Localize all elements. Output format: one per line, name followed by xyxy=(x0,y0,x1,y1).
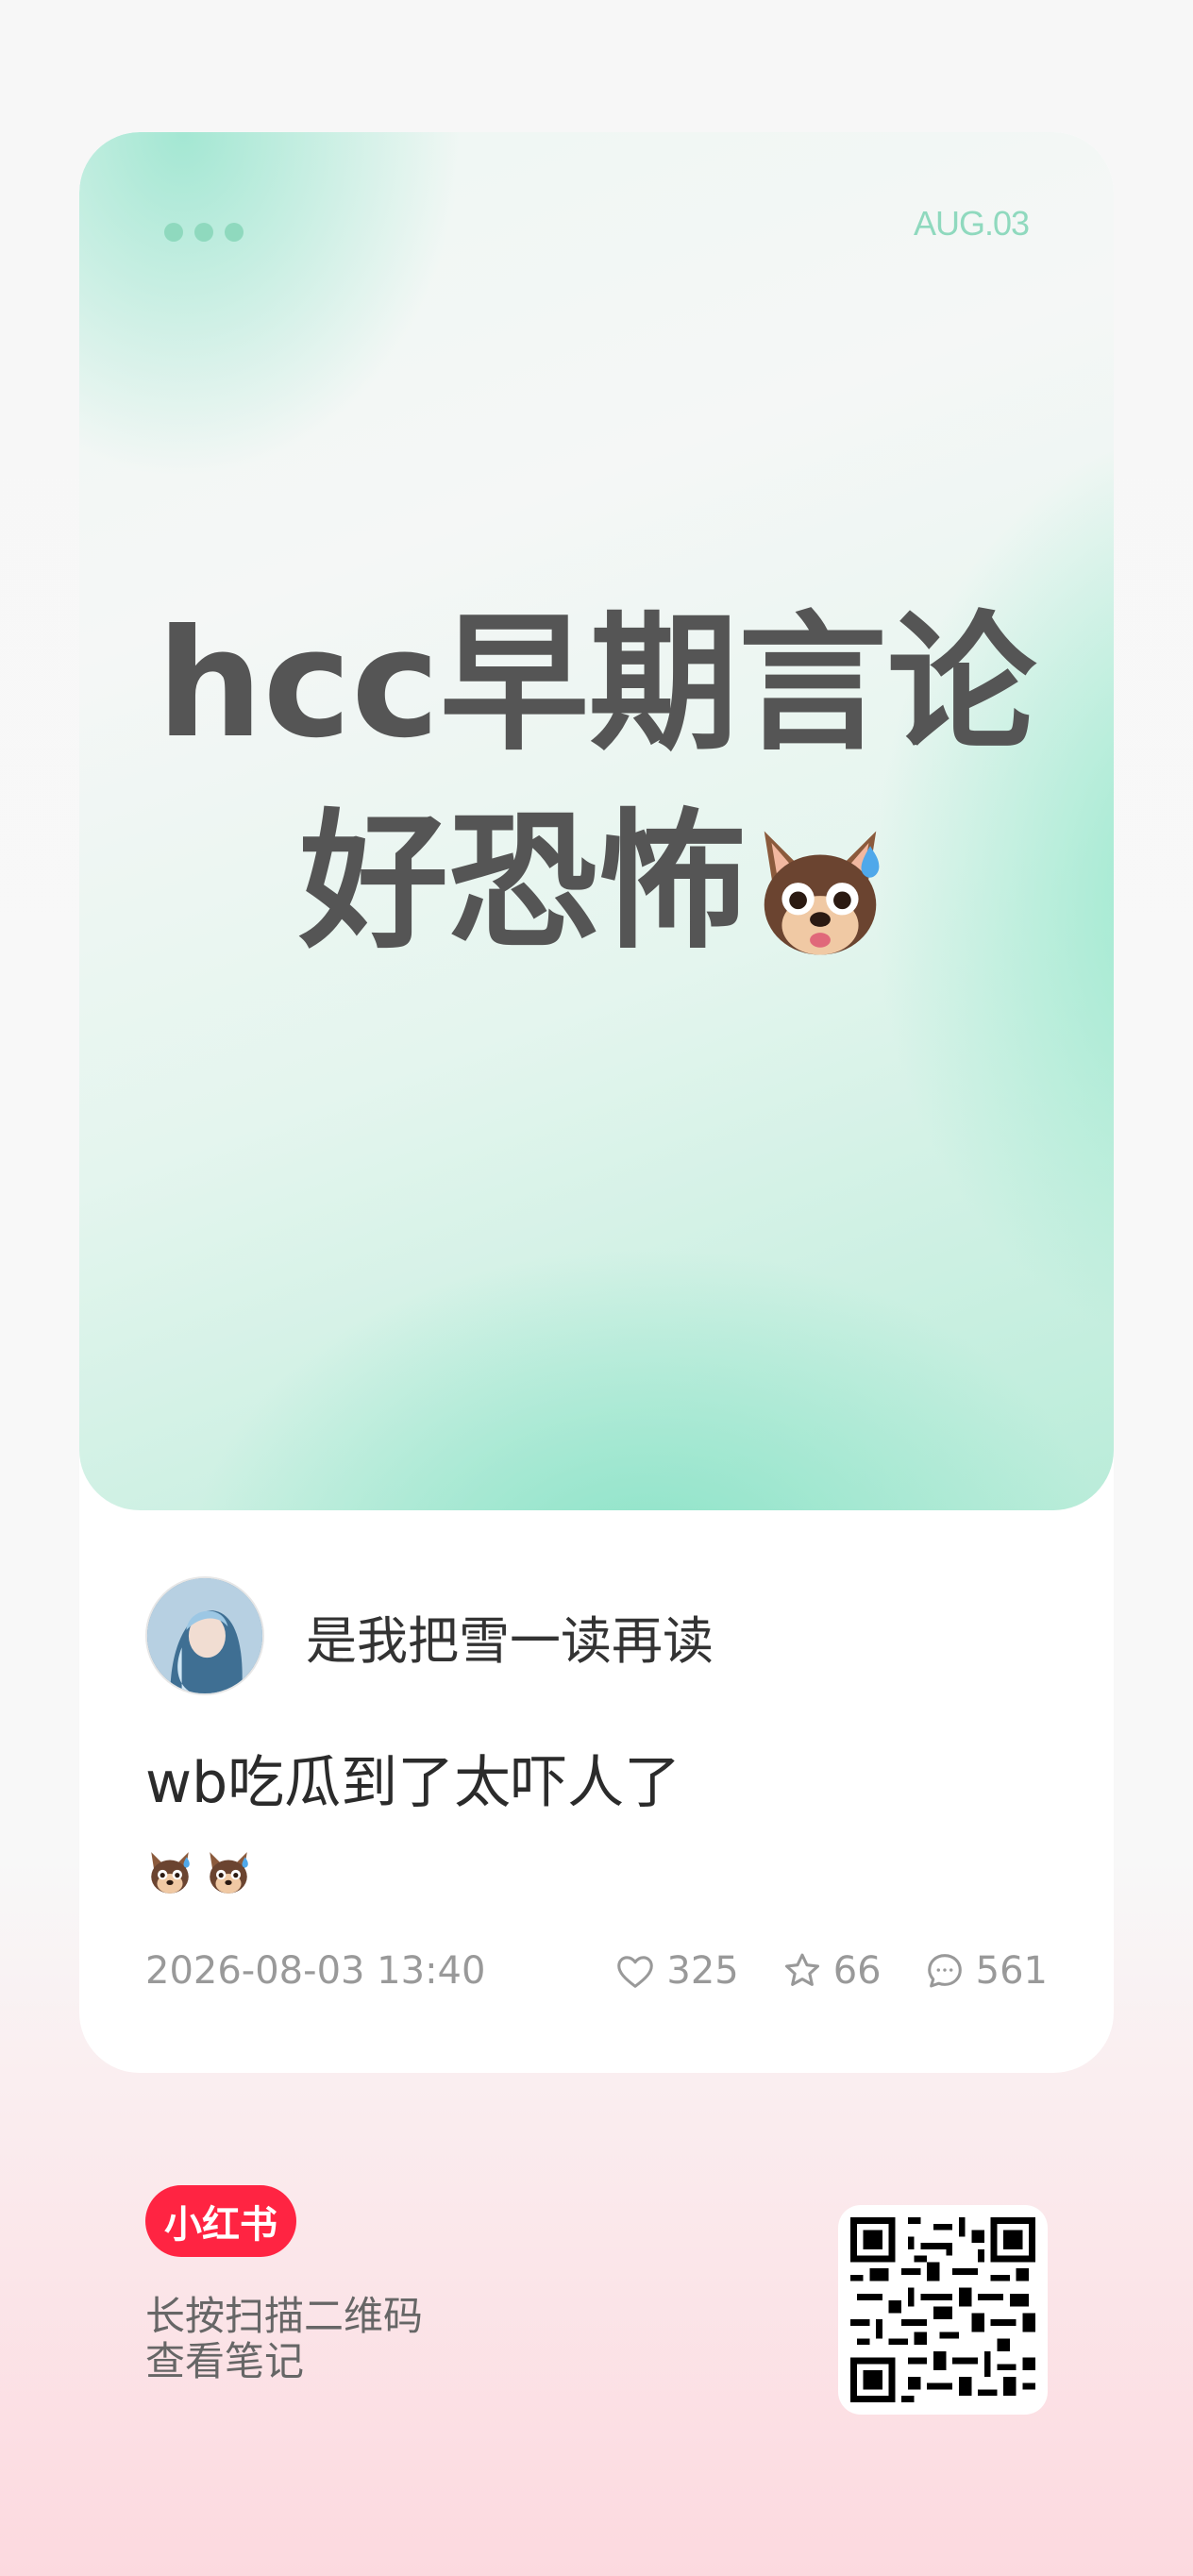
author-row[interactable]: 是我把雪一读再读 xyxy=(145,1576,714,1695)
cover-title-line-2-text: 好恐怖 xyxy=(299,796,747,969)
note-card: AUG.03 hcc早期言论 好恐怖 是我把雪一读再读 wb吃瓜到了太吓人了 2… xyxy=(79,132,1114,2073)
comment-icon xyxy=(927,1954,962,1988)
cover-title-line-1: hcc早期言论 xyxy=(157,598,1036,771)
qr-code-image xyxy=(850,2217,1035,2402)
engagement-stats: 325 66 561 xyxy=(613,1949,1048,1993)
dog-face-sweat-icon xyxy=(151,1852,190,1894)
date-tag: AUG.03 xyxy=(913,204,1030,243)
scan-hint: 长按扫描二维码 查看笔记 xyxy=(145,2294,423,2384)
like-button[interactable]: 325 xyxy=(613,1949,739,1993)
qr-code[interactable] xyxy=(838,2205,1048,2415)
meta-row: 2026-08-03 13:40 325 66 561 xyxy=(145,1949,1048,1993)
scan-hint-line-2: 查看笔记 xyxy=(145,2338,305,2384)
like-count: 325 xyxy=(666,1949,739,1993)
comment-button[interactable]: 561 xyxy=(923,1949,1048,1993)
favorite-count: 66 xyxy=(832,1949,882,1993)
note-timestamp: 2026-08-03 13:40 xyxy=(145,1949,486,1993)
favorite-button[interactable]: 66 xyxy=(781,1949,882,1993)
avatar-illustration xyxy=(147,1578,262,1693)
star-icon xyxy=(784,1953,819,1986)
xiaohongshu-logo: 小红书 xyxy=(145,2185,296,2257)
comment-count: 561 xyxy=(975,1949,1048,1993)
dog-face-sweat-icon xyxy=(210,1852,248,1894)
heart-icon xyxy=(617,1956,654,1988)
more-dots-icon xyxy=(164,223,244,242)
cover-image[interactable]: AUG.03 hcc早期言论 好恐怖 xyxy=(79,132,1114,1510)
scan-hint-line-1: 长按扫描二维码 xyxy=(145,2293,424,2339)
author-name[interactable]: 是我把雪一读再读 xyxy=(306,1599,714,1674)
author-avatar[interactable] xyxy=(145,1576,264,1695)
cover-title: hcc早期言论 好恐怖 xyxy=(79,585,1114,982)
note-emojis xyxy=(145,1848,253,1897)
note-text: wb吃瓜到了太吓人了 xyxy=(145,1750,681,1816)
cover-title-line-2: 好恐怖 xyxy=(79,783,1114,982)
dog-face-sweat-icon xyxy=(764,831,880,955)
